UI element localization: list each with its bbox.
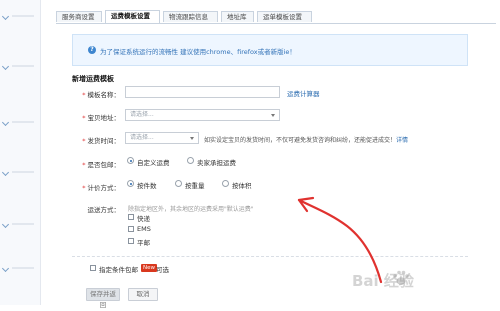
browser-notice: ? 为了保证系统运行的流畅性 建议使用chrome、firefox或者新版ie！ — [72, 34, 468, 66]
paw-logo-icon — [393, 270, 409, 285]
left-sidebar — [0, 0, 41, 305]
checkbox-conditional-free[interactable] — [90, 265, 96, 271]
ship-from-label: * 宝贝地址： — [82, 114, 120, 122]
sidebar-item[interactable] — [12, 223, 34, 225]
check-icon — [1, 118, 10, 127]
checkbox-ems-label: EMS — [137, 225, 151, 233]
tab-service-provider[interactable]: 服务商设置 — [56, 11, 102, 22]
save-and-return-button[interactable]: 保存并返回 — [86, 288, 120, 309]
sidebar-item[interactable] — [12, 267, 34, 269]
radio-custom-freight[interactable] — [127, 157, 134, 164]
section-title: 新增运费模板 — [72, 75, 114, 83]
checkbox-surface-mail[interactable] — [128, 238, 134, 244]
required-mark: * — [82, 161, 86, 169]
tab-address-book[interactable]: 地址库 — [221, 11, 254, 22]
required-mark: * — [82, 184, 86, 192]
tab-logistics-tracking[interactable]: 物流跟踪信息 — [163, 11, 218, 22]
pricing-label: * 计价方式： — [82, 184, 120, 192]
ship-time-hint: 如实设定宝贝的发货时间，不仅可避免发货咨询和纠纷，还能促进成交！详情 — [204, 137, 409, 144]
radio-by-count-label: 按件数 — [137, 182, 157, 190]
info-icon: ? — [88, 46, 96, 54]
optional-text: 可选 — [156, 266, 169, 274]
freight-calculator-link[interactable]: 运费计算器 — [287, 88, 320, 98]
ship-time-select[interactable]: 请选择... — [125, 132, 199, 144]
free-shipping-label: * 是否包邮： — [82, 161, 120, 169]
required-mark: * — [82, 114, 86, 122]
checkbox-ems[interactable] — [128, 226, 134, 232]
check-icon — [1, 62, 10, 71]
radio-seller-pays-label: 卖家承担运费 — [197, 159, 236, 167]
template-name-input[interactable] — [125, 86, 280, 98]
radio-by-volume-label: 按体积 — [232, 182, 252, 190]
divider — [72, 256, 468, 257]
check-icon — [1, 168, 10, 177]
radio-by-weight[interactable] — [175, 180, 182, 187]
sidebar-item[interactable] — [12, 65, 34, 67]
tab-bar: 服务商设置 运费模板设置 物流跟踪信息 地址库 运单模板设置 — [56, 9, 496, 24]
check-icon — [1, 264, 10, 273]
required-mark: * — [82, 91, 86, 99]
template-name-label: * 模板名称： — [82, 91, 120, 99]
notice-text: 为了保证系统运行的流畅性 建议使用chrome、firefox或者新版ie！ — [100, 48, 296, 56]
conditional-free-label: 指定条件包邮 — [99, 266, 138, 274]
radio-by-count[interactable] — [127, 180, 134, 187]
chevron-down-icon — [190, 137, 194, 140]
cancel-button[interactable]: 取消 — [128, 288, 158, 301]
tab-waybill-template[interactable]: 运单模板设置 — [257, 11, 312, 22]
radio-by-volume[interactable] — [222, 180, 229, 187]
check-icon — [1, 220, 10, 229]
required-mark: * — [82, 137, 86, 145]
sidebar-item[interactable] — [12, 171, 34, 173]
checkbox-express-label: 快递 — [137, 215, 150, 223]
tab-freight-template[interactable]: 运费模板设置 — [105, 10, 160, 23]
ship-from-select[interactable]: 请选择... — [125, 109, 280, 121]
sidebar-item[interactable] — [12, 15, 34, 17]
radio-by-weight-label: 按重量 — [185, 182, 205, 190]
new-badge: New — [141, 264, 157, 272]
checkbox-surface-mail-label: 平邮 — [137, 239, 150, 247]
radio-custom-freight-label: 自定义运费 — [137, 159, 170, 167]
sidebar-item[interactable] — [12, 121, 34, 123]
ship-time-label: * 发货时间： — [82, 137, 120, 145]
shipping-method-hint: 除指定地区外，其余地区的运费采用"默认运费" — [128, 206, 254, 213]
check-icon — [1, 12, 10, 21]
shipping-method-label: 运送方式： — [87, 206, 121, 214]
chevron-down-icon — [271, 114, 275, 117]
details-link[interactable]: 详情 — [396, 137, 408, 144]
checkbox-express[interactable] — [128, 214, 134, 220]
radio-seller-pays[interactable] — [187, 157, 194, 164]
